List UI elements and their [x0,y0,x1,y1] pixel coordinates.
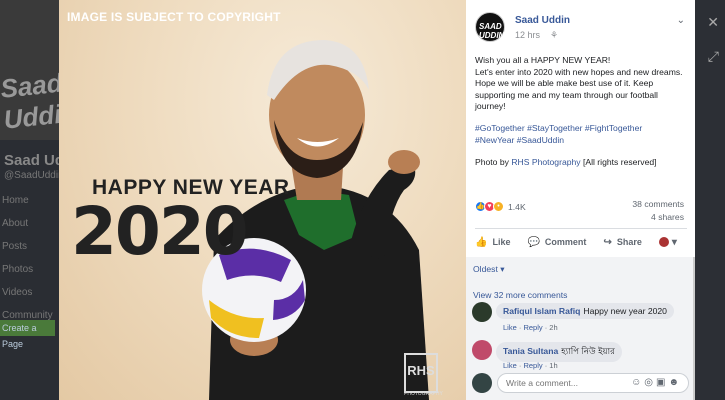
wow-reaction-icon: • [493,201,504,213]
commenter-name[interactable]: Rafiqul Islam Rafiq [503,306,580,316]
post-side-panel: SAAD UDDIN Saad Uddin 12 hrs ⚘ ⌄ Wish yo… [466,0,695,400]
background-nav-item: Photos [2,264,34,275]
current-user-avatar [472,373,492,393]
comment-bubble: Tania Sultana হ্যাপি নিউ ইয়ার [496,342,622,362]
comment-label: Comment [544,237,587,247]
view-more-comments-link[interactable]: View 32 more comments [473,290,567,300]
hashtag-links[interactable]: #NewYear #SaadUddin [475,135,687,147]
post-timestamp[interactable]: 12 hrs [515,30,540,40]
background-cover-photo: Saad Uddin [0,0,79,140]
comment-button[interactable]: 💬 Comment [527,237,586,248]
expand-icon[interactable]: ⤢ [708,48,719,65]
background-page-handle: @SaadUddin [4,170,64,181]
post-as-avatar [658,237,669,247]
author-avatar-text: SAAD UDDIN [479,22,505,40]
comments-section: Oldest ▾ View 32 more comments Rafiqul I… [466,257,695,400]
globe-icon: ⚘ [550,30,559,40]
post-header: SAAD UDDIN Saad Uddin 12 hrs ⚘ ⌄ [475,12,685,42]
post-actions: 👍 Like 💬 Comment ↪ Share ▾ [475,232,687,252]
comment-like-link[interactable]: Like [503,361,517,370]
comment-time: 1h [549,361,558,370]
comment-sort-dropdown[interactable]: Oldest ▾ [473,264,505,275]
background-nav: Home About Posts Photos Videos Community [0,195,60,333]
background-right-rail: ✕ ⤢ [695,0,725,400]
share-icon: ↪ [603,236,612,248]
share-label: Share [616,237,642,247]
like-button[interactable]: 👍 Like [475,237,510,248]
post-as-selector[interactable]: ▾ [658,236,682,248]
like-label: Like [492,237,511,247]
divider [475,228,687,229]
comment-meta: Like · Reply · 2h [503,323,558,332]
credit-suffix: [All rights reserved] [580,157,657,167]
background-nav-item: About [2,218,29,229]
commenter-avatar[interactable] [472,340,492,360]
post-hashtags: #GoTogether #StayTogether #FightTogether… [475,123,687,146]
comment-time: 2h [549,323,558,332]
year-text: 2020 [71,193,249,270]
comments-scrollbar[interactable] [693,257,695,400]
post-photo[interactable]: IMAGE IS SUBJECT TO COPYRIGHT HAPPY NEW … [59,0,466,400]
comments-count-link[interactable]: 38 comments [632,199,684,209]
post-text: Wish you all a HAPPY NEW YEAR! Let's ent… [475,55,687,113]
background-create-page-button: Create a Page [0,320,55,349]
comment-bubble: Rafiqul Islam Rafiq Happy new year 2020 [496,303,674,319]
sticker-icon[interactable]: ☻ [668,377,682,388]
commenter-name[interactable]: Tania Sultana [503,346,558,356]
photo-credit: Photo by RHS Photography [All rights res… [475,157,687,169]
comment-like-link[interactable]: Like [503,323,517,332]
background-nav-item: Videos [2,287,33,298]
chevron-down-icon[interactable]: ⌄ [677,15,685,26]
background-nav-item: Posts [2,241,28,252]
gif-icon[interactable]: ▣ [656,377,668,388]
author-name[interactable]: Saad Uddin [515,15,570,26]
comment-reply-link[interactable]: Reply [523,323,542,332]
post-text-line: Let's enter into 2020 with new hopes and… [475,66,683,112]
photographer-logo-subtitle: PHOTOGRAPHY [404,391,443,397]
write-comment-row: ☺◎▣☻ [472,372,689,394]
comment-icon: 💬 [527,236,540,248]
reaction-count: 1.4K [508,201,526,212]
copyright-notice: IMAGE IS SUBJECT TO COPYRIGHT [67,10,281,24]
background-nav-item: Home [2,195,29,206]
photographer-logo: RHS [404,353,438,393]
author-avatar[interactable]: SAAD UDDIN [475,12,505,42]
credit-link[interactable]: RHS Photography [511,157,580,167]
hashtag-links[interactable]: #GoTogether #StayTogether #FightTogether [475,123,687,135]
comment-input-box[interactable]: ☺◎▣☻ [497,373,689,393]
commenter-avatar[interactable] [472,302,492,322]
shares-count-link[interactable]: 4 shares [651,212,684,222]
comment-input-icons: ☺◎▣☻ [631,377,682,388]
comment-reply-link[interactable]: Reply [523,361,542,370]
camera-icon[interactable]: ◎ [644,377,656,388]
comment-sort-label: Oldest [473,264,498,274]
comment-input[interactable] [506,378,616,388]
comment-text: হ্যাপি নিউ ইয়ার [561,346,615,356]
caret-down-icon: ▾ [671,236,677,248]
thumbs-up-icon: 👍 [475,236,488,248]
comment-text: Happy new year 2020 [583,306,667,316]
credit-prefix: Photo by [475,157,512,167]
emoji-icon[interactable]: ☺ [631,377,644,388]
share-button[interactable]: ↪ Share [603,237,641,248]
close-icon[interactable]: ✕ [707,14,719,31]
comment-meta: Like · Reply · 1h [503,361,558,370]
caret-down-icon: ▾ [500,264,505,274]
reactions-summary[interactable]: 👍 ♥ • 1.4K [475,198,526,213]
post-text-line: Wish you all a HAPPY NEW YEAR! [475,55,611,65]
